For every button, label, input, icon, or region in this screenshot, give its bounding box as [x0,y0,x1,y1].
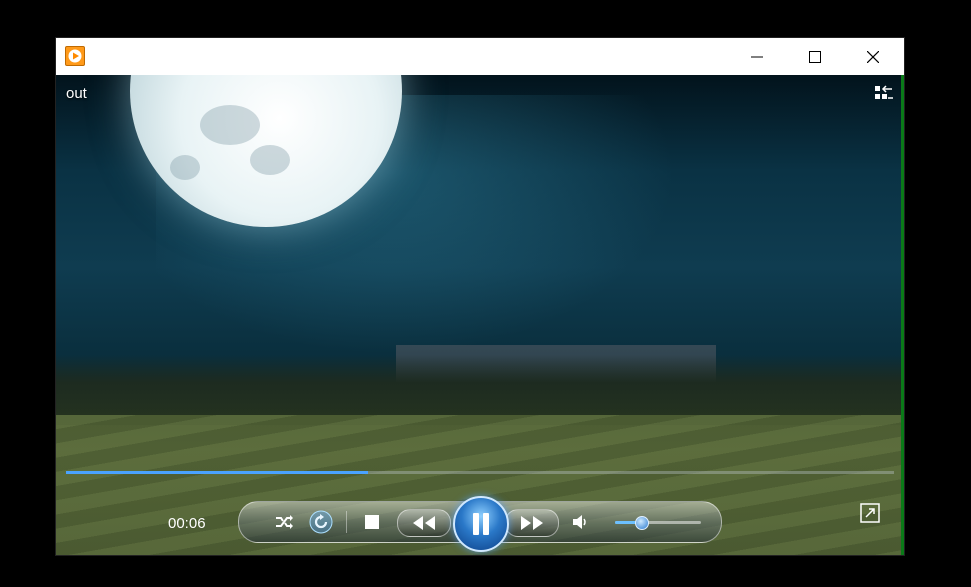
close-button[interactable] [844,38,902,75]
volume-thumb[interactable] [634,516,649,530]
seek-bar-progress [66,471,369,474]
fullscreen-button[interactable] [860,503,880,523]
maximize-button[interactable] [786,38,844,75]
next-icon [521,516,543,530]
seek-bar[interactable] [66,471,894,474]
window-edge [901,75,904,555]
previous-button[interactable] [397,509,451,537]
repeat-button[interactable] [309,510,333,534]
minimize-button[interactable] [728,38,786,75]
stop-icon [365,515,379,529]
mute-button[interactable] [569,512,591,532]
media-title: out [66,85,87,102]
media-player-window: out 00:06 [56,38,904,555]
stop-button[interactable] [363,513,381,531]
elapsed-time: 00:06 [168,515,206,532]
shuffle-button[interactable] [273,511,295,533]
next-button[interactable] [505,509,559,537]
transport-controls [238,496,722,552]
repeat-icon [309,510,333,534]
app-icon [65,46,85,66]
fullscreen-icon [860,503,880,523]
shuffle-icon [276,515,293,529]
minimize-icon [751,56,763,57]
controls-divider [346,511,347,533]
volume-icon [573,515,586,529]
volume-slider[interactable] [615,516,701,530]
pause-icon [473,513,489,535]
switch-to-library-icon[interactable] [874,85,894,103]
video-area[interactable]: out 00:06 [56,75,901,555]
close-icon [867,50,879,63]
title-bar [56,38,904,75]
pause-button[interactable] [453,496,509,552]
maximize-icon [809,50,821,63]
previous-icon [413,516,435,530]
